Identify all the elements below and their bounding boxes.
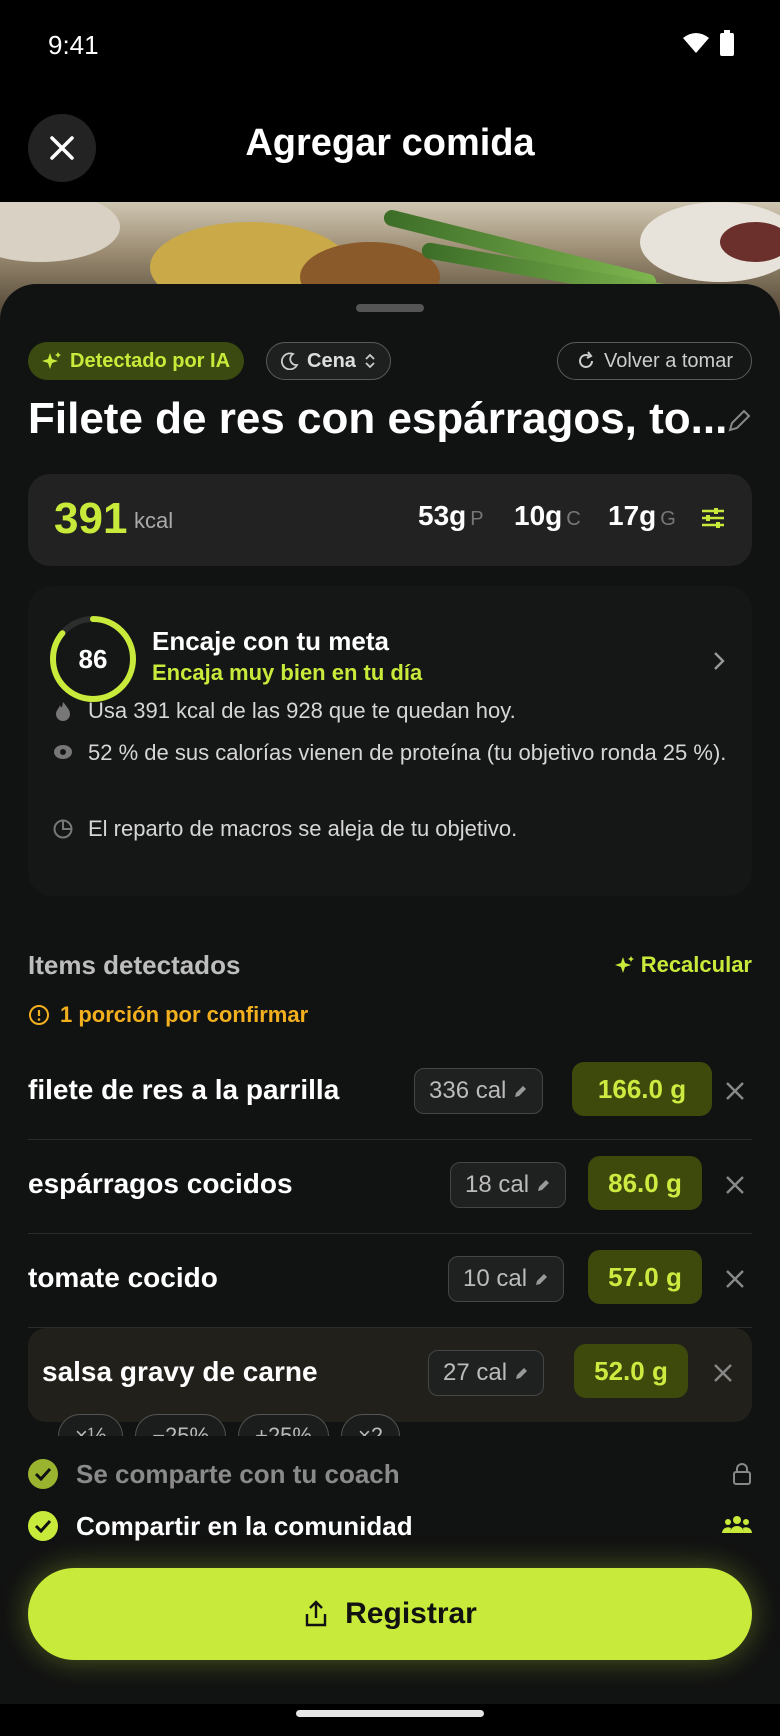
- meal-type-select[interactable]: Cena: [266, 342, 391, 380]
- retake-photo-button[interactable]: Volver a tomar: [557, 342, 752, 380]
- goal-score-value: 86: [79, 644, 108, 674]
- food-item-grams[interactable]: 86.0 g: [588, 1156, 702, 1210]
- insight-item: Usa 391 kcal de las 928 que te quedan ho…: [52, 694, 732, 728]
- meat-icon: [54, 745, 72, 759]
- flame-icon: [56, 702, 70, 721]
- retake-label: Volver a tomar: [604, 349, 733, 372]
- share-coach-label: Se comparte con tu coach: [76, 1458, 400, 1489]
- wifi-icon: [683, 33, 709, 53]
- kcal-value: 391: [54, 494, 128, 543]
- food-item-calories[interactable]: 10 cal: [448, 1256, 565, 1302]
- food-item-name: salsa gravy de carne: [42, 1356, 318, 1387]
- insight-text: 52 % de sus calorías vienen de proteína …: [88, 740, 727, 765]
- protein-value: 53g P: [418, 500, 484, 531]
- close-icon: [726, 1270, 744, 1288]
- pencil-icon: [728, 409, 751, 432]
- food-item-row[interactable]: espárragos cocidos 18 cal 86.0 g: [28, 1140, 752, 1234]
- food-item-calories[interactable]: 336 cal: [414, 1068, 544, 1114]
- items-heading: Items detectados: [28, 950, 241, 980]
- macro-summary-card[interactable]: 391 kcal 53g P 10g C 17g G: [28, 474, 752, 566]
- warning-icon: [29, 1005, 49, 1025]
- share-coach-row: Se comparte con tu coach: [28, 1454, 752, 1494]
- food-item-grams[interactable]: 57.0 g: [588, 1250, 702, 1304]
- goal-score-ring: 86: [50, 616, 136, 702]
- carbs-value: 10g C: [514, 500, 581, 531]
- pencil-icon: [536, 1274, 548, 1285]
- lock-icon: [733, 1463, 751, 1485]
- share-community-row[interactable]: Compartir en la comunidad: [28, 1506, 752, 1546]
- pencil-icon: [538, 1180, 550, 1191]
- ai-detected-badge: Detectado por IA: [28, 342, 245, 380]
- recalculate-button[interactable]: Recalcular: [614, 952, 752, 978]
- battery-icon: [720, 30, 734, 56]
- food-item-calories[interactable]: 27 cal: [428, 1350, 545, 1396]
- portion-warning-text: 1 porción por confirmar: [60, 1002, 309, 1027]
- remove-item-button[interactable]: [724, 1080, 746, 1107]
- community-icon: [722, 1516, 752, 1533]
- insight-text: El reparto de macros se aleja de tu obje…: [88, 816, 518, 841]
- goal-title: Encaje con tu meta: [152, 626, 389, 656]
- sparkle-icon: [614, 956, 634, 973]
- share-community-label: Compartir en la comunidad: [76, 1510, 413, 1541]
- status-time: 9:41: [48, 30, 99, 60]
- sliders-icon: [702, 508, 724, 528]
- adjust-macros-button[interactable]: [700, 506, 726, 535]
- food-item-calories[interactable]: 18 cal: [450, 1162, 567, 1208]
- food-item-row[interactable]: salsa gravy de carne 27 cal 52.0 g: [28, 1328, 752, 1422]
- chevron-right-icon: [714, 652, 725, 670]
- food-item-grams[interactable]: 166.0 g: [572, 1062, 712, 1116]
- share-upload-icon: [305, 1600, 327, 1627]
- kcal-unit: kcal: [134, 508, 174, 533]
- page-title: Agregar comida: [245, 122, 535, 164]
- food-item-name: espárragos cocidos: [28, 1168, 293, 1199]
- moon-icon: [281, 352, 299, 370]
- edit-title-button[interactable]: [726, 408, 752, 439]
- portion-warning: 1 porción por confirmar: [28, 1002, 308, 1028]
- close-icon: [726, 1082, 744, 1100]
- sparkle-icon: [42, 352, 61, 369]
- remove-item-button[interactable]: [712, 1362, 734, 1389]
- sheet-handle[interactable]: [356, 304, 424, 312]
- status-icons: [682, 30, 734, 56]
- food-item-name: tomate cocido: [28, 1262, 218, 1293]
- close-icon: [726, 1176, 744, 1194]
- register-label: Registrar: [345, 1597, 477, 1630]
- food-item-grams[interactable]: 52.0 g: [574, 1344, 688, 1398]
- checked-icon: [28, 1459, 58, 1489]
- ai-detected-label: Detectado por IA: [70, 349, 231, 372]
- fat-value: 17g G: [608, 500, 676, 531]
- chip-row: Detectado por IA Cena Volver a tomar: [28, 342, 752, 382]
- food-item-row[interactable]: filete de res a la parrilla 336 cal 166.…: [28, 1046, 752, 1140]
- status-bar: 9:41: [0, 0, 780, 90]
- pencil-icon: [515, 1086, 527, 1097]
- check-icon: [34, 1519, 52, 1533]
- close-icon: [714, 1364, 732, 1382]
- pencil-icon: [516, 1368, 528, 1379]
- register-button[interactable]: Registrar: [28, 1568, 752, 1660]
- remove-item-button[interactable]: [724, 1174, 746, 1201]
- food-item-row[interactable]: tomate cocido 10 cal 57.0 g: [28, 1234, 752, 1328]
- insight-text: Usa 391 kcal de las 928 que te quedan ho…: [88, 698, 516, 723]
- food-title[interactable]: Filete de res con espárragos, to...: [28, 394, 727, 444]
- meal-type-label: Cena: [307, 349, 356, 372]
- goal-details-button[interactable]: [712, 650, 726, 677]
- remove-item-button[interactable]: [724, 1268, 746, 1295]
- food-item-name: filete de res a la parrilla: [28, 1074, 340, 1105]
- top-bar: Agregar comida: [0, 100, 780, 200]
- recalculate-label: Recalcular: [640, 952, 752, 977]
- goal-subtitle: Encaja muy bien en tu día: [152, 660, 423, 685]
- insight-item: 52 % de sus calorías vienen de proteína …: [52, 736, 732, 770]
- home-indicator[interactable]: [296, 1710, 484, 1717]
- refresh-icon: [579, 351, 594, 368]
- goal-fit-card[interactable]: 86 Encaje con tu meta Encaja muy bien en…: [28, 586, 752, 896]
- community-checkbox[interactable]: [28, 1511, 58, 1541]
- insight-item: El reparto de macros se aleja de tu obje…: [52, 812, 732, 846]
- chevron-updown-icon: [365, 353, 375, 369]
- pie-chart-icon: [53, 819, 73, 839]
